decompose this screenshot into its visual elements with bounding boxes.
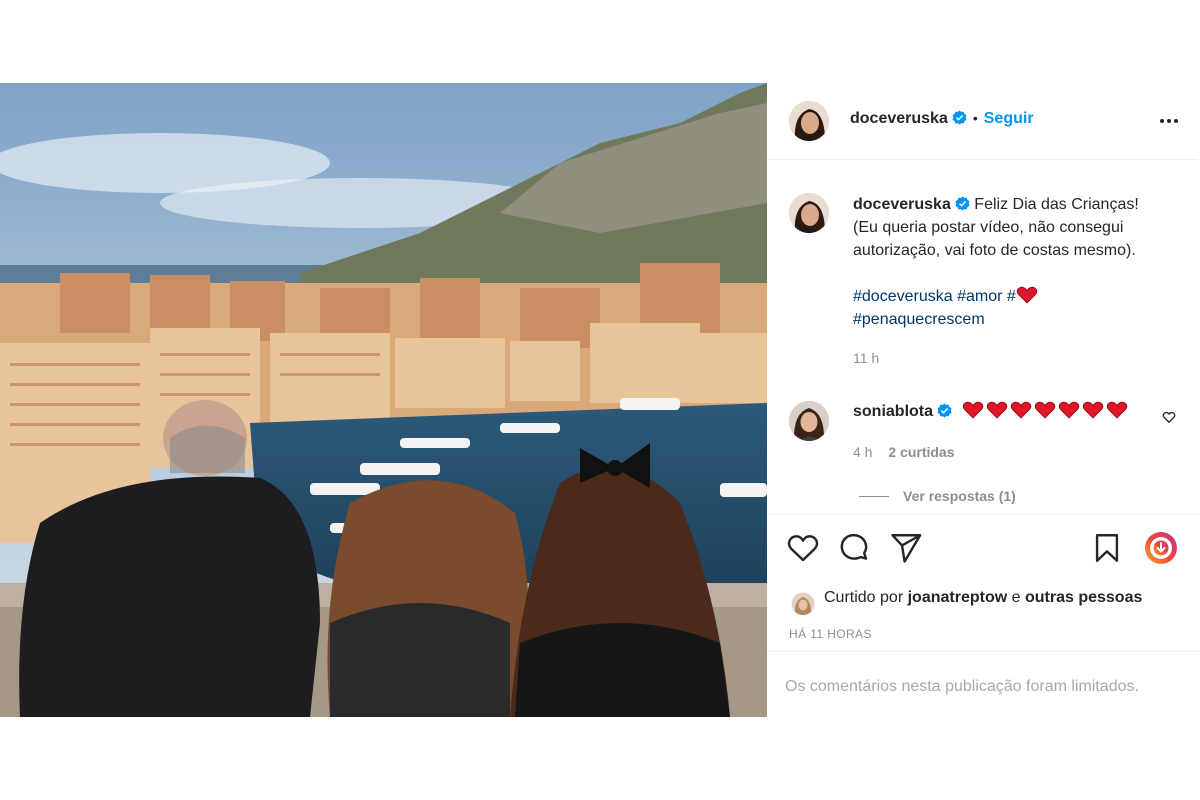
commenter-avatar-image — [789, 401, 829, 441]
bookmark-icon — [1095, 534, 1119, 562]
post-header: doceveruska • Seguir — [767, 83, 1198, 160]
comment-bubble-icon — [840, 533, 868, 560]
comment-body: soniablota — [853, 401, 1130, 421]
author-avatar-image — [789, 101, 829, 141]
liker-avatar-image — [792, 593, 814, 615]
caption-line-3: autorização, vai foto de costas mesmo). — [853, 242, 1136, 259]
circular-extension-icon — [1145, 532, 1177, 564]
post-side-panel: doceveruska • Seguir doceveruska Feliz Di… — [767, 83, 1198, 717]
author-avatar[interactable] — [789, 101, 829, 141]
share-button[interactable] — [889, 531, 923, 565]
author-line: doceveruska • Seguir — [850, 110, 1034, 128]
verified-badge-icon — [937, 403, 952, 418]
hashtag-link[interactable]: #doceveruska — [853, 288, 953, 305]
caption-author-avatar[interactable] — [789, 193, 829, 233]
like-button[interactable] — [786, 531, 820, 565]
red-heart-emoji-icon — [962, 401, 986, 419]
hashtag-link[interactable]: #penaquecrescem — [853, 311, 985, 328]
caption-hashtags-line-2: #penaquecrescem — [853, 308, 1183, 331]
comment-likes-count[interactable]: 2 curtidas — [888, 444, 954, 460]
extension-icon[interactable] — [1144, 531, 1178, 565]
liked-by-others[interactable]: outras pessoas — [1025, 589, 1142, 606]
hashtag-link[interactable]: #amor — [957, 288, 1002, 305]
caption-avatar-image — [789, 193, 829, 233]
caption-timestamp[interactable]: 11 h — [853, 347, 1183, 370]
commenter-username[interactable]: soniablota — [853, 403, 933, 420]
instagram-post: doceveruska • Seguir doceveruska Feliz Di… — [0, 83, 1198, 717]
comment-button[interactable] — [837, 531, 871, 565]
heart-outline-icon — [787, 535, 819, 562]
red-heart-emoji-icon — [1010, 401, 1034, 419]
red-heart-emoji-icon — [1058, 401, 1082, 419]
liker-avatar[interactable] — [791, 592, 815, 616]
liked-by-user[interactable]: joanatreptow — [908, 589, 1008, 606]
liked-by-prefix: Curtido por — [824, 589, 904, 606]
separator-dot: • — [972, 110, 978, 126]
comment-hearts — [962, 401, 1130, 420]
comment-timestamp[interactable]: 4 h — [853, 444, 872, 460]
red-heart-emoji-icon — [986, 401, 1010, 419]
verified-badge-icon — [952, 110, 967, 125]
red-heart-emoji-icon — [1034, 401, 1058, 419]
comment-meta: 4 h 2 curtidas — [853, 444, 955, 460]
caption-line-2: (Eu queria postar vídeo, não consegui — [853, 219, 1124, 236]
caption-hashtags-line: #doceveruska #amor # — [853, 285, 1183, 308]
caption-line-1: Feliz Dia das Crianças! — [974, 196, 1139, 213]
replies-line-divider — [859, 496, 889, 498]
post-actions-section: Curtido por joanatreptow e outras pessoa… — [767, 514, 1198, 717]
red-heart-emoji-icon — [1082, 401, 1106, 419]
post-photo-illustration — [0, 83, 767, 717]
comments-limited-notice: Os comentários nesta publicação foram li… — [767, 651, 1198, 718]
more-options-icon[interactable] — [1158, 111, 1180, 131]
post-caption: doceveruska Feliz Dia das Crianças! (Eu … — [853, 193, 1183, 370]
verified-badge-icon — [955, 195, 970, 211]
comment-like-button[interactable] — [1162, 410, 1176, 424]
post-time-ago[interactable]: HÁ 11 HORAS — [789, 627, 872, 641]
caption-author-username[interactable]: doceveruska — [853, 196, 951, 213]
follow-button[interactable]: Seguir — [984, 110, 1034, 127]
view-replies[interactable]: Ver respostas (1) — [859, 488, 1016, 506]
save-button[interactable] — [1090, 531, 1124, 565]
small-heart-icon — [1162, 411, 1176, 424]
author-username[interactable]: doceveruska — [850, 110, 948, 127]
liked-by-conjunction: e — [1011, 589, 1021, 606]
post-photo[interactable] — [0, 83, 767, 717]
red-heart-emoji-icon — [1016, 286, 1038, 304]
commenter-avatar[interactable] — [789, 401, 829, 441]
red-heart-emoji-icon — [1106, 401, 1130, 419]
paper-plane-icon — [891, 534, 922, 563]
hashtag-link[interactable]: # — [1007, 288, 1016, 305]
view-replies-label[interactable]: Ver respostas (1) — [903, 488, 1016, 504]
liked-by-text: Curtido por joanatreptow e outras pessoa… — [824, 589, 1142, 607]
